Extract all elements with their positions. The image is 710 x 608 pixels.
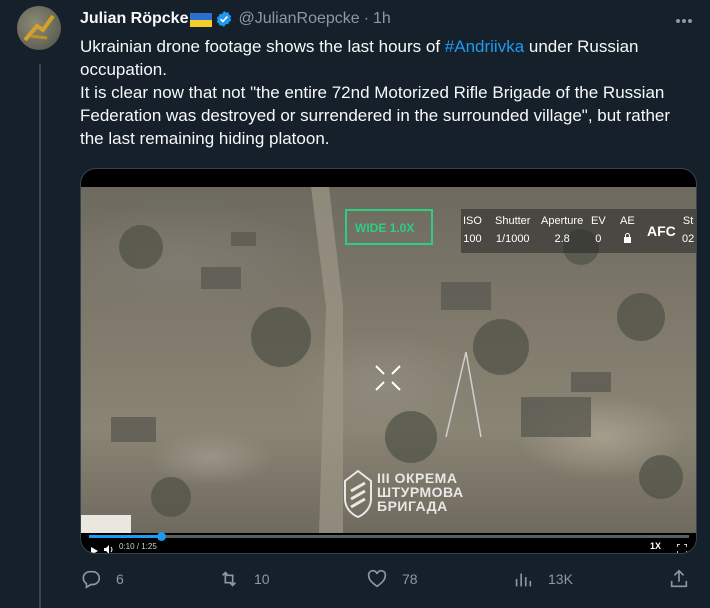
watermark-line: БРИГАДА [377, 498, 448, 514]
post-time[interactable]: 1h [373, 10, 391, 28]
stat-iso: ISO 100 [463, 215, 482, 245]
stat-st: St 02 [682, 215, 694, 245]
stat-value: 1/1000 [495, 233, 530, 245]
tweet-header: Julian Röpcke @JulianRoepcke · 1h [80, 8, 700, 30]
tweet-text: Ukrainian drone footage shows the last h… [80, 35, 692, 150]
watermark-line: ШТУРМОВА [377, 484, 464, 500]
share-button[interactable] [668, 568, 690, 590]
playback-speed-button[interactable]: 1X [650, 541, 661, 551]
heart-icon [367, 569, 387, 588]
ukraine-flag-icon [190, 13, 213, 27]
stat-key: Aperture [541, 215, 584, 227]
share-icon [670, 569, 688, 588]
like-count: 78 [402, 571, 418, 587]
stat-key: EV [591, 215, 606, 227]
lock-icon [620, 233, 635, 246]
tweet-paragraph-2: It is clear now that not "the entire 72n… [80, 83, 671, 148]
separator-dot: · [363, 10, 370, 27]
repost-icon [221, 571, 237, 587]
stat-value: 0 [595, 233, 602, 245]
stat-key: Shutter [495, 215, 531, 227]
avatar[interactable] [17, 6, 61, 50]
video-corner-overlay [81, 515, 131, 533]
views-chart-icon [515, 573, 532, 587]
reply-button[interactable]: 6 [80, 568, 124, 590]
brigade-watermark: III ОКРЕМА ШТУРМОВА БРИГАДА [343, 469, 473, 523]
views-button[interactable]: 13K [512, 568, 573, 590]
author-handle[interactable]: @JulianRoepcke [238, 10, 359, 28]
zoom-label: WIDE 1.0X [355, 221, 415, 235]
tweet-paragraph-1: Ukrainian drone footage shows the last h… [80, 35, 692, 81]
more-options-icon[interactable] [675, 8, 693, 29]
stat-key: St [682, 215, 694, 227]
afc-label: AFC [647, 223, 676, 239]
like-button[interactable]: 78 [366, 568, 418, 590]
fullscreen-icon[interactable] [676, 541, 688, 553]
stat-value: 02 [682, 233, 695, 245]
progress-fill [89, 535, 161, 538]
stat-aperture: Aperture 2.8 [541, 215, 583, 245]
reply-count: 6 [116, 571, 124, 587]
repost-button[interactable]: 10 [218, 568, 270, 590]
stat-ev: EV 0 [591, 215, 606, 245]
crosshair-icon [373, 363, 403, 398]
brigade-logo-icon [344, 469, 372, 519]
time-readout: 0:10 / 1:25 [119, 542, 157, 551]
stat-value: 100 [463, 233, 482, 245]
verified-badge-icon[interactable] [215, 10, 233, 33]
volume-icon[interactable] [104, 541, 114, 553]
video-frame[interactable]: WIDE 1.0X ISO 100 Shutter 1/1000 Apertur… [81, 187, 696, 533]
stat-ae: AE [620, 215, 635, 246]
tweet-text-segment: Ukrainian drone footage shows the last h… [80, 37, 445, 56]
watermark-text: III ОКРЕМА ШТУРМОВА БРИГАДА [377, 471, 464, 513]
thread-line [39, 64, 41, 608]
tweet-actions: 6 10 78 13K [80, 568, 697, 596]
play-icon[interactable] [91, 542, 98, 553]
avatar-image [23, 14, 55, 42]
progress-knob[interactable] [157, 532, 166, 541]
video-controls: 0:10 / 1:25 1X [81, 532, 696, 553]
progress-bar[interactable] [89, 532, 689, 541]
stat-shutter: Shutter 1/1000 [495, 215, 530, 245]
stat-key: ISO [463, 215, 482, 227]
author-name[interactable]: Julian Röpcke [80, 10, 188, 28]
stat-key: AE [620, 215, 635, 227]
hashtag-link[interactable]: #Andriivka [445, 37, 524, 56]
view-count: 13K [548, 571, 573, 587]
zoom-indicator: WIDE 1.0X [345, 209, 433, 245]
reply-icon [82, 570, 101, 589]
video-player[interactable]: WIDE 1.0X ISO 100 Shutter 1/1000 Apertur… [80, 168, 697, 554]
repost-count: 10 [254, 571, 270, 587]
camera-stats-overlay: ISO 100 Shutter 1/1000 Aperture 2.8 EV 0… [461, 209, 696, 253]
watermark-line: III ОКРЕМА [377, 470, 458, 486]
stat-value: 2.8 [554, 233, 570, 245]
